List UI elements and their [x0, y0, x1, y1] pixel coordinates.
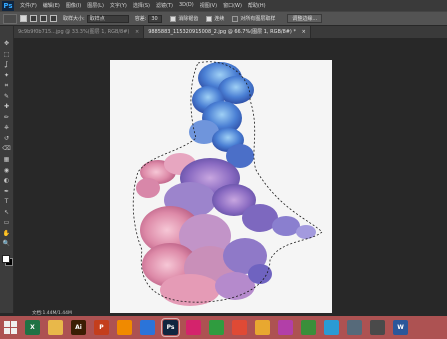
clone-stamp-tool-icon[interactable]: ⎈ — [2, 123, 11, 132]
close-icon[interactable]: × — [302, 29, 306, 35]
menu-item[interactable]: 视图(V) — [200, 2, 217, 9]
options-bar: 取样大小: 取样点 容差: 30 消除锯齿 连续 对所有图层取样 调整边缘... — [0, 11, 447, 25]
crop-tool-icon[interactable]: ⌗ — [2, 81, 11, 90]
media-app-icon[interactable] — [278, 320, 293, 335]
tab-document-1[interactable]: 9c9b9f0b715...jpg @ 33.3%(图层 1, RGB/8#) … — [14, 26, 145, 38]
tab-document-2[interactable]: 9885883_115320915008_2.jpg @ 66.7%(图层 1,… — [144, 26, 311, 38]
ink-in-water-image — [132, 61, 323, 306]
browser-icon[interactable] — [209, 320, 224, 335]
eyedropper-tool-icon[interactable]: ✎ — [2, 92, 11, 101]
keyboard-icon[interactable] — [370, 320, 385, 335]
type-tool-icon[interactable]: T — [2, 197, 11, 206]
document-tabs: 9c9b9f0b715...jpg @ 33.3%(图层 1, RGB/8#) … — [14, 26, 447, 38]
windows-start-icon[interactable] — [4, 321, 17, 334]
photoshop-logo-icon: Ps — [2, 0, 14, 11]
magic-wand-tool-icon[interactable]: ✦ — [2, 71, 11, 80]
windows-taskbar: X Ai P Ps W — [0, 316, 447, 339]
taskbar-apps: X Ai P Ps W — [17, 318, 408, 337]
history-brush-tool-icon[interactable]: ↺ — [2, 134, 11, 143]
intersect-selection-icon[interactable] — [50, 15, 57, 22]
menu-item[interactable]: 选择(S) — [133, 2, 150, 9]
folder-icon[interactable] — [255, 320, 270, 335]
menu-item[interactable]: 窗口(W) — [223, 2, 242, 9]
media-icon[interactable] — [117, 320, 132, 335]
photoshop-icon[interactable]: Ps — [161, 318, 180, 337]
menu-item[interactable]: 文字(Y) — [110, 2, 127, 9]
menu-item[interactable]: 文件(F) — [20, 2, 37, 9]
refine-edge-button[interactable]: 调整边缘... — [287, 14, 323, 23]
sample-size-label: 取样大小: — [63, 16, 85, 22]
brush-tool-icon[interactable]: ✏ — [2, 113, 11, 122]
baidu-netdisk-icon[interactable] — [140, 320, 155, 335]
document-canvas[interactable] — [110, 60, 332, 313]
menu-item[interactable]: 图层(L) — [87, 2, 104, 9]
file-explorer-icon[interactable] — [48, 320, 63, 335]
network-icon[interactable] — [324, 320, 339, 335]
zoom-tool-icon[interactable]: 🔍 — [2, 239, 11, 248]
contiguous-label: 连续 — [214, 16, 225, 22]
excel-icon[interactable]: X — [25, 320, 40, 335]
tolerance-label: 容差: — [134, 16, 147, 22]
menu-item[interactable]: 3D(D) — [179, 2, 194, 9]
menu-bar: Ps 文件(F) 编辑(E) 图像(I) 图层(L) 文字(Y) 选择(S) 滤镜(T) 3D… — [0, 0, 447, 11]
move-tool-icon[interactable]: ✥ — [2, 39, 11, 48]
tab-label: 9c9b9f0b715...jpg @ 33.3%(图层 1, RGB/8#) — [18, 29, 130, 35]
word-icon[interactable]: W — [393, 320, 408, 335]
antialias-checkbox[interactable] — [170, 15, 177, 22]
canvas-area[interactable] — [15, 38, 447, 313]
close-icon[interactable]: × — [135, 29, 139, 35]
chrome-icon[interactable] — [301, 320, 316, 335]
sample-size-select[interactable]: 取样点 — [86, 14, 129, 23]
dodge-tool-icon[interactable]: ◐ — [2, 176, 11, 185]
tool-list: ✥ ⬚ ʆ ✦ ⌗ ✎ ✚ ✏ ⎈ ↺ ⌫ ▦ ◉ ◐ ✒ T ↖ ▭ ✋ 🔍 — [2, 39, 11, 250]
foreground-color-swatch[interactable] — [1, 254, 10, 263]
illustrator-icon[interactable]: Ai — [71, 320, 86, 335]
menu-item[interactable]: 滤镜(T) — [156, 2, 173, 9]
powerpoint-icon[interactable]: P — [94, 320, 109, 335]
menu-item[interactable]: 图像(I) — [66, 2, 81, 9]
menu-items: 文件(F) 编辑(E) 图像(I) 图层(L) 文字(Y) 选择(S) 滤镜(T) 3D(D)… — [14, 2, 266, 9]
eraser-tool-icon[interactable]: ⌫ — [2, 144, 11, 153]
subtract-from-selection-icon[interactable] — [40, 15, 47, 22]
contiguous-checkbox[interactable] — [206, 15, 213, 22]
tool-preset-picker[interactable] — [3, 13, 17, 24]
tab-label: 9885883_115320915008_2.jpg @ 66.7%(图层 1,… — [148, 29, 296, 35]
gradient-tool-icon[interactable]: ▦ — [2, 155, 11, 164]
hand-tool-icon[interactable]: ✋ — [2, 229, 11, 238]
player-icon[interactable] — [186, 320, 201, 335]
all-layers-label: 对所有图层取样 — [240, 16, 276, 22]
tolerance-input[interactable]: 30 — [148, 14, 163, 23]
photoshop-window: Ps 文件(F) 编辑(E) 图像(I) 图层(L) 文字(Y) 选择(S) 滤镜(T) 3D… — [0, 0, 447, 339]
add-to-selection-icon[interactable] — [30, 15, 37, 22]
color-swatches[interactable] — [1, 254, 13, 268]
video-icon[interactable] — [232, 320, 247, 335]
antialias-label: 消除锯齿 — [178, 16, 199, 22]
healing-tool-icon[interactable]: ✚ — [2, 102, 11, 111]
marquee-tool-icon[interactable]: ⬚ — [2, 50, 11, 59]
path-select-tool-icon[interactable]: ↖ — [2, 208, 11, 217]
all-layers-checkbox[interactable] — [232, 15, 239, 22]
pen-tool-icon[interactable]: ✒ — [2, 187, 11, 196]
shape-tool-icon[interactable]: ▭ — [2, 218, 11, 227]
lasso-tool-icon[interactable]: ʆ — [2, 60, 11, 69]
blur-tool-icon[interactable]: ◉ — [2, 166, 11, 175]
menu-item[interactable]: 帮助(H) — [248, 2, 266, 9]
new-selection-icon[interactable] — [20, 15, 27, 22]
monitor-icon[interactable] — [347, 320, 362, 335]
menu-item[interactable]: 编辑(E) — [43, 2, 60, 9]
tools-panel: ✥ ⬚ ʆ ✦ ⌗ ✎ ✚ ✏ ⎈ ↺ ⌫ ▦ ◉ ◐ ✒ T ↖ ▭ ✋ 🔍 — [0, 26, 14, 313]
